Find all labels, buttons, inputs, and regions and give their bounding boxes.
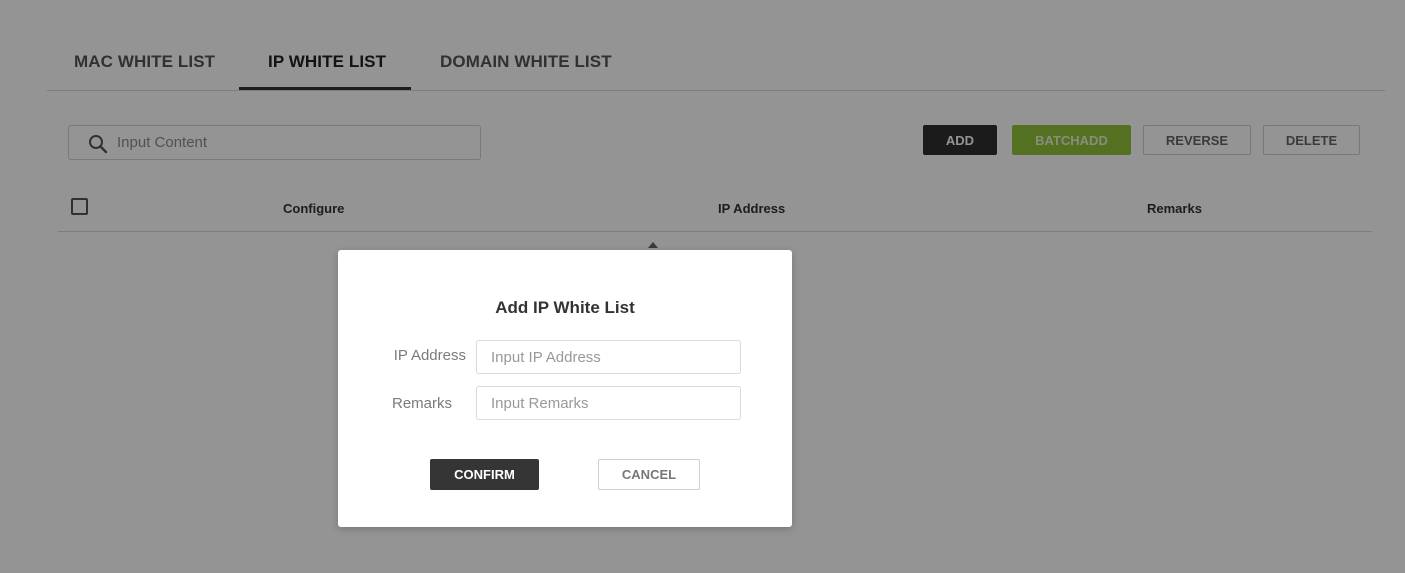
- cancel-button[interactable]: CANCEL: [598, 459, 700, 490]
- confirm-button[interactable]: CONFIRM: [430, 459, 539, 490]
- ip-address-label: IP Address: [393, 347, 466, 364]
- remarks-input[interactable]: [476, 386, 741, 420]
- dialog-title: Add IP White List: [495, 298, 635, 317]
- remarks-label: Remarks: [391, 395, 452, 412]
- sort-caret-icon: [648, 242, 658, 248]
- add-ip-white-list-dialog: Add IP White List IP Address Remarks CON…: [338, 250, 792, 527]
- ip-address-input[interactable]: [476, 340, 741, 374]
